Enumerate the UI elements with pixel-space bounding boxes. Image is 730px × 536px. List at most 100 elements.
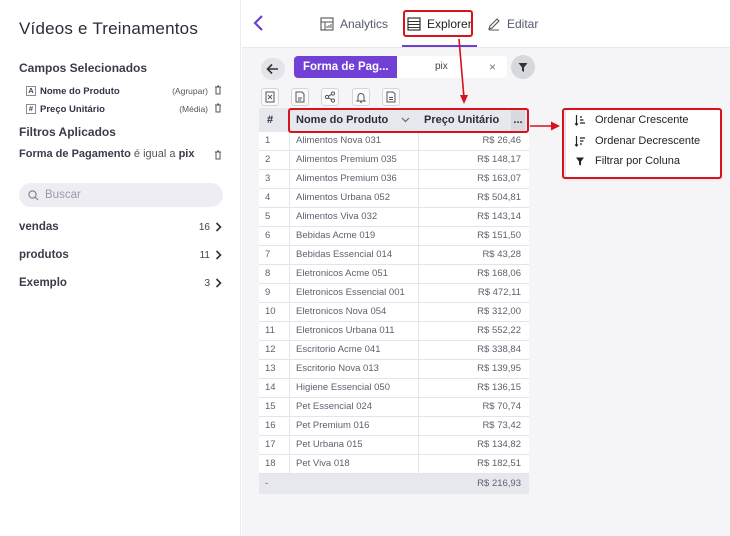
unit-price-cell: R$ 70,74 bbox=[482, 401, 521, 412]
field-name: Preço Unitário bbox=[40, 103, 105, 115]
row-index: 9 bbox=[265, 287, 271, 298]
filter-value: pix bbox=[178, 148, 195, 160]
row-index: 11 bbox=[265, 325, 275, 336]
table-row[interactable]: 16 Pet Premium 016 R$ 73,42 bbox=[259, 417, 529, 436]
product-name-cell: Escritorio Nova 013 bbox=[296, 363, 379, 374]
table-row[interactable]: 5 Alimentos Viva 032 R$ 143,14 bbox=[259, 208, 529, 227]
row-index: 6 bbox=[265, 230, 271, 241]
column-divider bbox=[289, 398, 290, 416]
column-divider bbox=[289, 208, 290, 226]
field-aggregation[interactable]: (Média) bbox=[179, 104, 208, 114]
unit-price-cell: R$ 73,42 bbox=[482, 420, 521, 431]
row-index: 16 bbox=[265, 420, 276, 431]
trash-icon[interactable] bbox=[214, 150, 222, 160]
footer-average: R$ 216,93 bbox=[477, 478, 521, 489]
unit-price-cell: R$ 182,51 bbox=[477, 458, 521, 469]
row-index: 18 bbox=[265, 458, 276, 469]
search-box[interactable] bbox=[19, 183, 223, 207]
column-divider bbox=[289, 379, 290, 397]
column-divider bbox=[418, 265, 419, 283]
row-index: 13 bbox=[265, 363, 276, 374]
folder-count: 16 bbox=[198, 221, 210, 233]
number-type-icon: # bbox=[26, 104, 36, 114]
product-name-cell: Pet Viva 018 bbox=[296, 458, 350, 469]
row-index: 5 bbox=[265, 211, 271, 222]
trash-icon[interactable] bbox=[214, 85, 222, 95]
chevron-right-icon bbox=[215, 278, 222, 288]
table-row[interactable]: 9 Eletronicos Essencial 001 R$ 472,11 bbox=[259, 284, 529, 303]
unit-price-cell: R$ 139,95 bbox=[477, 363, 521, 374]
table-row[interactable]: 14 Higiene Essencial 050 R$ 136,15 bbox=[259, 379, 529, 398]
column-divider bbox=[289, 455, 290, 473]
folder-count: 11 bbox=[199, 249, 210, 261]
column-divider bbox=[418, 284, 419, 302]
column-divider bbox=[289, 322, 290, 340]
filters-heading: Filtros Aplicados bbox=[19, 125, 116, 139]
table-row[interactable]: 6 Bebidas Acme 019 R$ 151,50 bbox=[259, 227, 529, 246]
selected-field-nome-produto[interactable]: A Nome do Produto (Agrupar) bbox=[26, 84, 226, 98]
product-name-cell: Higiene Essencial 050 bbox=[296, 382, 391, 393]
column-divider bbox=[418, 341, 419, 359]
column-divider bbox=[418, 398, 419, 416]
folder-exemplo[interactable]: Exemplo 3 bbox=[19, 275, 223, 291]
sidebar: Vídeos e Treinamentos Campos Selecionado… bbox=[0, 0, 241, 536]
column-divider bbox=[289, 265, 290, 283]
table-row[interactable]: 12 Escritorio Acme 041 R$ 338,84 bbox=[259, 341, 529, 360]
table-row[interactable]: 15 Pet Essencial 024 R$ 70,74 bbox=[259, 398, 529, 417]
applied-filter: Forma de Pagamento é igual a pix bbox=[19, 148, 194, 160]
unit-price-cell: R$ 552,22 bbox=[477, 325, 521, 336]
column-divider bbox=[289, 417, 290, 435]
product-name-cell: Eletronicos Essencial 001 bbox=[296, 287, 405, 298]
selected-field-preco-unitario[interactable]: # Preço Unitário (Média) bbox=[26, 102, 226, 116]
column-divider bbox=[289, 341, 290, 359]
folder-vendas[interactable]: vendas 16 bbox=[19, 219, 223, 235]
table-row[interactable]: 13 Escritorio Nova 013 R$ 139,95 bbox=[259, 360, 529, 379]
unit-price-cell: R$ 151,50 bbox=[477, 230, 521, 241]
column-divider bbox=[289, 360, 290, 378]
search-input[interactable] bbox=[45, 189, 205, 201]
unit-price-cell: R$ 312,00 bbox=[477, 306, 521, 317]
product-name-cell: Pet Urbana 015 bbox=[296, 439, 363, 450]
row-index: 10 bbox=[265, 306, 276, 317]
product-name-cell: Eletronicos Nova 054 bbox=[296, 306, 387, 317]
row-index: 17 bbox=[265, 439, 276, 450]
text-type-icon: A bbox=[26, 86, 36, 96]
column-divider bbox=[289, 246, 290, 264]
table-row[interactable]: 11 Eletronicos Urbana 011 R$ 552,22 bbox=[259, 322, 529, 341]
highlight-box-menu bbox=[562, 108, 722, 179]
column-divider bbox=[418, 227, 419, 245]
product-name-cell: Pet Essencial 024 bbox=[296, 401, 373, 412]
field-aggregation[interactable]: (Agrupar) bbox=[172, 86, 208, 96]
column-divider bbox=[289, 436, 290, 454]
folder-produtos[interactable]: produtos 11 bbox=[19, 247, 223, 263]
table-row[interactable]: 17 Pet Urbana 015 R$ 134,82 bbox=[259, 436, 529, 455]
unit-price-cell: R$ 43,28 bbox=[482, 249, 521, 260]
column-divider bbox=[418, 246, 419, 264]
row-index: 12 bbox=[265, 344, 276, 355]
product-name-cell: Alimentos Viva 032 bbox=[296, 211, 378, 222]
column-divider bbox=[289, 227, 290, 245]
row-index: 15 bbox=[265, 401, 276, 412]
sidebar-title: Vídeos e Treinamentos bbox=[19, 19, 199, 38]
trash-icon[interactable] bbox=[214, 103, 222, 113]
unit-price-cell: R$ 136,15 bbox=[477, 382, 521, 393]
table-row[interactable]: 8 Eletronicos Acme 051 R$ 168,06 bbox=[259, 265, 529, 284]
table-row[interactable]: 18 Pet Viva 018 R$ 182,51 bbox=[259, 455, 529, 474]
search-icon bbox=[28, 189, 39, 201]
row-index: 8 bbox=[265, 268, 271, 279]
row-index: 14 bbox=[265, 382, 276, 393]
column-divider bbox=[289, 284, 290, 302]
table-row[interactable]: 10 Eletronicos Nova 054 R$ 312,00 bbox=[259, 303, 529, 322]
unit-price-cell: R$ 134,82 bbox=[477, 439, 521, 450]
field-name: Nome do Produto bbox=[40, 85, 120, 97]
product-name-cell: Bebidas Essencial 014 bbox=[296, 249, 393, 260]
column-divider bbox=[418, 360, 419, 378]
main-panel: Analytics Explorer Editar Forma de Pag..… bbox=[242, 0, 730, 536]
selected-fields-heading: Campos Selecionados bbox=[19, 61, 148, 75]
column-divider bbox=[418, 455, 419, 473]
unit-price-cell: R$ 338,84 bbox=[477, 344, 521, 355]
unit-price-cell: R$ 168,06 bbox=[477, 268, 521, 279]
column-divider bbox=[289, 303, 290, 321]
table-row[interactable]: 7 Bebidas Essencial 014 R$ 43,28 bbox=[259, 246, 529, 265]
folder-name: produtos bbox=[19, 249, 69, 261]
